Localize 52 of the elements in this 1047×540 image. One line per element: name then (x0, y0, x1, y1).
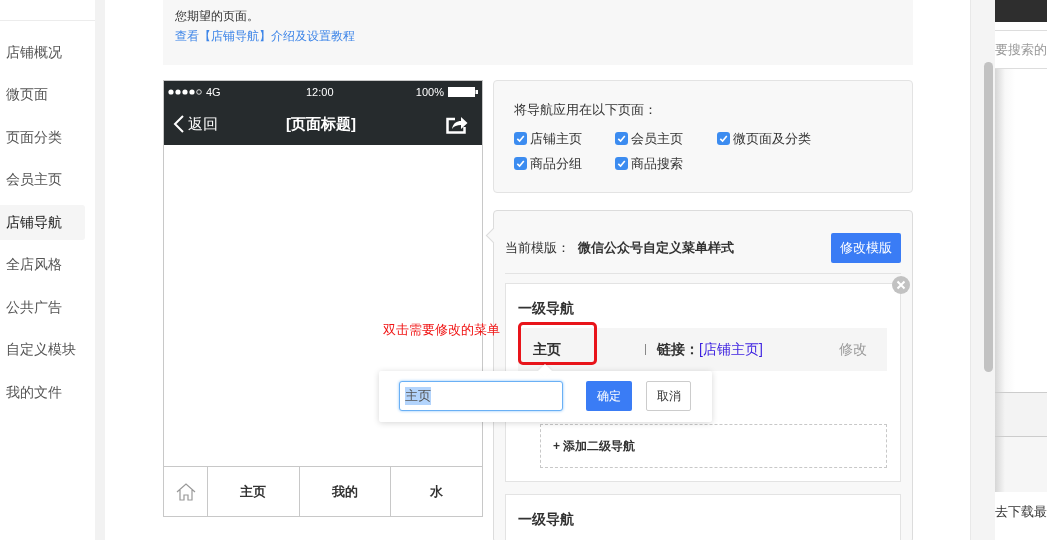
apply-pages-title: 将导航应用在以下页面： (514, 101, 657, 119)
sidebar-item[interactable]: 我的文件 (0, 374, 85, 410)
input-field[interactable]: 主页 (399, 381, 563, 411)
home-icon (175, 482, 196, 501)
sidebar-item[interactable]: 店铺导航 (0, 204, 85, 240)
signal-icon (168, 89, 202, 95)
tutorial-link[interactable]: 查看【店铺导航】介绍及设置教程 (175, 27, 355, 45)
sidebar-item[interactable]: 微页面 (0, 77, 85, 112)
checkbox-label: 商品搜索 (631, 154, 683, 173)
annotation-text: 双击需要修改的菜单 (383, 321, 500, 339)
window-title-bar (995, 0, 1047, 22)
status-time: 12:00 (306, 85, 334, 99)
share-icon[interactable] (446, 114, 468, 134)
notice-text: 您期望的页面。 (175, 8, 259, 25)
link-target[interactable]: [店铺主页] (699, 340, 763, 359)
network-label: 4G (206, 86, 221, 98)
template-label: 当前模版： (505, 239, 570, 257)
nav-card-title: 一级导航 (518, 299, 574, 317)
change-template-button[interactable]: 修改模版 (831, 233, 901, 263)
checkbox[interactable] (717, 132, 730, 145)
download-text: 去下载最 (995, 504, 1047, 521)
battery-icon (448, 87, 478, 97)
checkbox[interactable] (615, 157, 628, 170)
sidebar-item[interactable]: 公共广告 (0, 289, 85, 325)
battery-label: 100% (415, 86, 444, 98)
checkbox-label: 会员主页 (631, 129, 683, 148)
template-name: 微信公众号自定义菜单样式 (578, 239, 734, 257)
add-subnav-button[interactable]: + 添加二级导航 (540, 424, 887, 468)
list-row (995, 392, 1047, 436)
checkbox[interactable] (615, 132, 628, 145)
back-button[interactable]: 返回 (173, 114, 218, 134)
scrollbar-thumb[interactable] (984, 62, 993, 372)
sidebar-item[interactable]: 自定义模块 (0, 332, 85, 367)
checkbox[interactable] (514, 157, 527, 170)
nav-item-name[interactable]: 主页 (533, 340, 645, 359)
checkbox[interactable] (514, 132, 527, 145)
checkbox-label: 商品分组 (530, 154, 582, 173)
link-label: 链接： (657, 340, 699, 359)
confirm-button[interactable]: 确定 (586, 381, 632, 411)
checkbox-label: 微页面及分类 (733, 129, 811, 148)
list-row (995, 436, 1047, 492)
nav-card-title: 一级导航 (518, 510, 574, 528)
search-field[interactable]: 要搜索的 (995, 42, 1047, 57)
close-icon[interactable] (892, 276, 910, 294)
sidebar-item[interactable]: 全店风格 (0, 247, 85, 282)
cancel-button[interactable]: 取消 (646, 381, 691, 411)
sidebar-item[interactable]: 店铺概况 (0, 34, 85, 70)
page-title: [页面标题] (286, 114, 356, 134)
sidebar-item[interactable]: 页面分类 (0, 119, 85, 155)
chevron-icon (173, 115, 184, 133)
checkbox-label: 店铺主页 (530, 129, 582, 148)
sidebar-item[interactable]: 会员主页 (0, 162, 85, 197)
